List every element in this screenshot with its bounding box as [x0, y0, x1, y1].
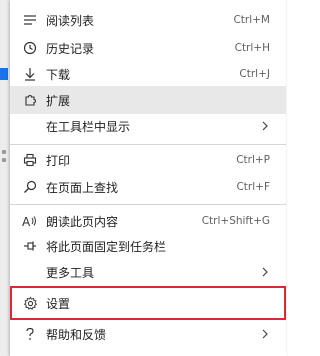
background-mark [2, 150, 6, 154]
menu-item-show-in-toolbar[interactable]: 在工具栏中显示 [10, 112, 286, 140]
menu-item-label: 扩展 [46, 93, 71, 108]
menu-item-more-tools[interactable]: 更多工具 [10, 258, 286, 286]
menu-item-label: 更多工具 [46, 265, 95, 280]
pin-icon [22, 238, 38, 254]
help-icon [22, 326, 38, 342]
chevron-right-icon [260, 329, 270, 339]
find-icon [22, 179, 38, 195]
background-blue-marker [0, 68, 8, 80]
reading-list-icon [22, 12, 38, 28]
background-mark [2, 158, 6, 162]
settings-highlight-box [10, 286, 286, 320]
menu-item-read-aloud[interactable]: A 朗读此页内容 Ctrl+Shift+G [10, 207, 286, 235]
menu-item-label: 将此页面固定到任务栏 [46, 239, 167, 254]
menu-item-shortcut: Ctrl+F [236, 181, 270, 193]
menu-item-find-on-page[interactable]: 在页面上查找 Ctrl+F [10, 173, 286, 201]
menu-item-label: 在页面上查找 [46, 180, 119, 195]
menu-item-downloads[interactable]: 下载 Ctrl+J [10, 60, 286, 88]
menu-item-shortcut: Ctrl+H [234, 42, 270, 54]
menu-item-label: 阅读列表 [46, 13, 95, 28]
chevron-right-icon [260, 121, 270, 131]
read-aloud-icon: A [22, 213, 38, 229]
menu-item-reading-list[interactable]: 阅读列表 Ctrl+M [10, 6, 286, 34]
menu-item-print[interactable]: 打印 Ctrl+P [10, 146, 286, 174]
menu-item-label: 下载 [46, 67, 71, 82]
history-icon [22, 40, 38, 56]
extensions-icon [22, 92, 38, 108]
menu-divider [10, 144, 286, 145]
menu-item-help-feedback[interactable]: 帮助和反馈 [10, 320, 286, 348]
browser-settings-menu: 阅读列表 Ctrl+M 历史记录 Ctrl+H 下载 Ctrl+J 扩展 在工具… [10, 0, 286, 356]
menu-item-history[interactable]: 历史记录 Ctrl+H [10, 34, 286, 62]
menu-item-shortcut: Ctrl+M [233, 14, 270, 26]
download-icon [22, 66, 38, 82]
menu-divider [10, 204, 286, 205]
menu-item-label: 历史记录 [46, 41, 95, 56]
menu-item-shortcut: Ctrl+J [239, 68, 270, 80]
menu-item-label: 朗读此页内容 [46, 214, 119, 229]
menu-item-shortcut: Ctrl+P [236, 154, 270, 166]
menu-item-extensions[interactable]: 扩展 [10, 86, 286, 114]
menu-item-label: 在工具栏中显示 [46, 119, 131, 134]
print-icon [22, 152, 38, 168]
svg-text:A: A [22, 215, 31, 228]
menu-item-label: 帮助和反馈 [46, 327, 107, 342]
chevron-right-icon [260, 267, 270, 277]
menu-item-pin-to-taskbar[interactable]: 将此页面固定到任务栏 [10, 232, 286, 260]
menu-item-shortcut: Ctrl+Shift+G [201, 215, 270, 227]
menu-item-label: 打印 [46, 153, 71, 168]
